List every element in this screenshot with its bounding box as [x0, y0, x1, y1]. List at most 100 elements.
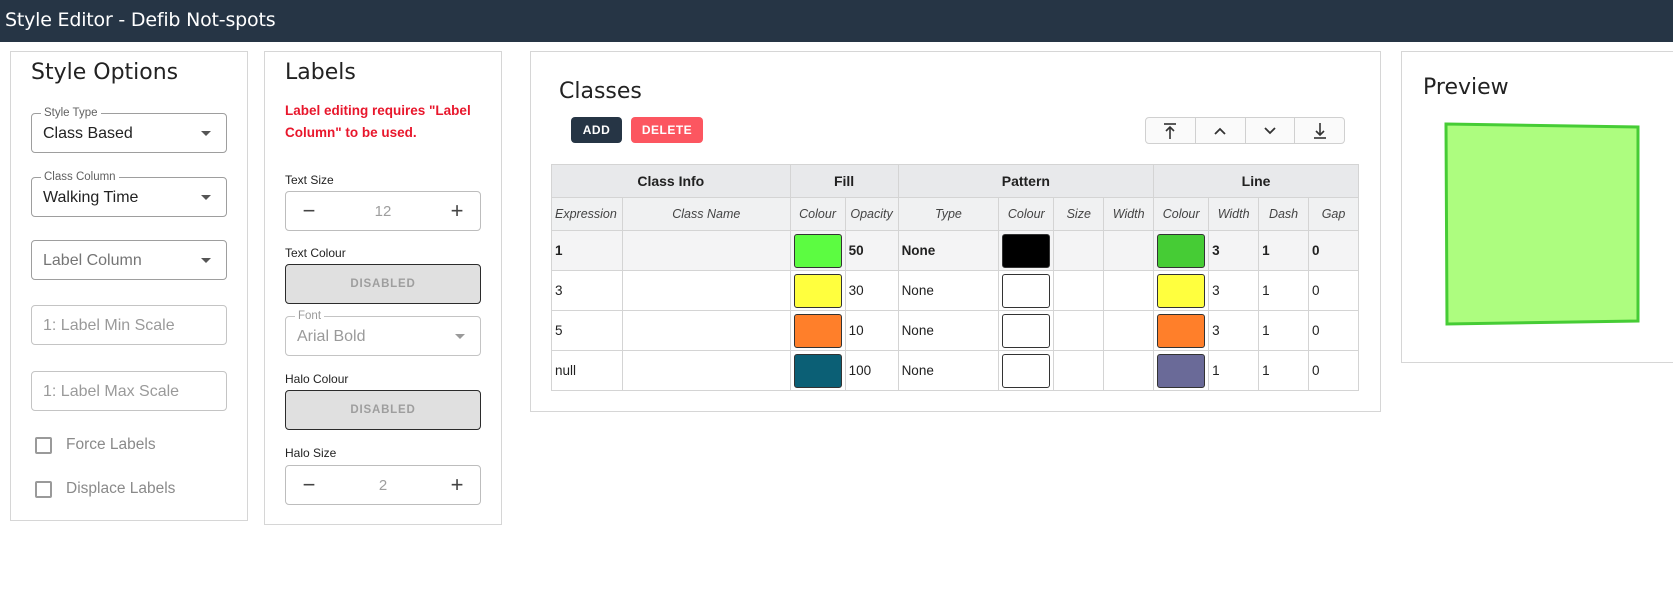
- halo-colour-button[interactable]: DISABLED: [285, 390, 481, 430]
- line-width-cell[interactable]: 3: [1208, 270, 1260, 311]
- labels-panel: Labels Label editing requires "Label Col…: [264, 51, 502, 525]
- label-max-scale-input[interactable]: 1: Label Max Scale: [31, 371, 227, 411]
- pattern-size-cell[interactable]: [1053, 350, 1105, 391]
- style-type-select[interactable]: Style Type Class Based: [31, 106, 227, 153]
- chevron-up-icon: [1214, 127, 1226, 135]
- displace-labels-checkbox[interactable]: Displace Labels: [35, 480, 175, 498]
- pattern-type-cell[interactable]: None: [897, 350, 1000, 391]
- table-row[interactable]: 3 30 None 3 1 0: [551, 270, 1359, 311]
- arrow-to-top-icon: [1164, 122, 1177, 139]
- chevron-down-icon: [1264, 126, 1276, 134]
- classes-panel: Classes ADD DELETE Class Info Fill Patte…: [530, 51, 1381, 412]
- class-name-cell[interactable]: [621, 310, 791, 351]
- pattern-width-column-header: Width: [1103, 197, 1155, 231]
- opacity-cell[interactable]: 100: [844, 350, 899, 391]
- delete-class-button[interactable]: DELETE: [631, 117, 703, 143]
- label-min-scale-input[interactable]: 1: Label Min Scale: [31, 305, 227, 345]
- pattern-colour-swatch[interactable]: [1002, 273, 1051, 308]
- line-width-cell[interactable]: 1: [1208, 350, 1260, 391]
- move-down-button[interactable]: [1246, 118, 1296, 143]
- table-row[interactable]: null 100 None 1 1 0: [551, 350, 1359, 391]
- pattern-type-cell[interactable]: None: [897, 310, 1000, 351]
- line-dash-column-header: Dash: [1258, 197, 1310, 231]
- move-to-bottom-button[interactable]: [1295, 118, 1344, 143]
- pattern-size-cell[interactable]: [1053, 230, 1105, 271]
- add-class-button[interactable]: ADD: [571, 117, 622, 143]
- pattern-type-cell[interactable]: None: [897, 270, 1000, 311]
- line-colour-swatch[interactable]: [1157, 233, 1206, 268]
- pattern-size-cell[interactable]: [1053, 310, 1105, 351]
- move-up-button[interactable]: [1196, 118, 1246, 143]
- chevron-down-icon: [201, 195, 211, 200]
- pattern-header: Pattern: [897, 164, 1155, 198]
- pattern-width-cell[interactable]: [1103, 230, 1155, 271]
- style-type-label: Style Type: [41, 106, 101, 120]
- line-width-cell[interactable]: 3: [1208, 230, 1260, 271]
- table-row[interactable]: 5 10 None 3 1 0: [551, 310, 1359, 351]
- text-colour-button[interactable]: DISABLED: [285, 264, 481, 304]
- pattern-type-column-header: Type: [897, 197, 1000, 231]
- plus-icon[interactable]: +: [444, 198, 470, 224]
- chevron-down-icon: [201, 258, 211, 263]
- opacity-cell[interactable]: 30: [844, 270, 899, 311]
- dash-cell[interactable]: 1: [1258, 230, 1310, 271]
- gap-cell[interactable]: 0: [1308, 270, 1359, 311]
- expression-cell[interactable]: 1: [551, 230, 623, 271]
- pattern-width-cell[interactable]: [1103, 270, 1155, 311]
- fill-colour-swatch[interactable]: [793, 233, 842, 268]
- gap-cell[interactable]: 0: [1308, 310, 1359, 351]
- font-value: Arial Bold: [297, 328, 366, 345]
- pattern-type-cell[interactable]: None: [897, 230, 1000, 271]
- plus-icon[interactable]: +: [444, 472, 470, 498]
- gap-cell[interactable]: 0: [1308, 350, 1359, 391]
- fill-colour-swatch[interactable]: [793, 273, 842, 308]
- gap-cell[interactable]: 0: [1308, 230, 1359, 271]
- halo-size-label: Halo Size: [285, 446, 337, 460]
- line-width-cell[interactable]: 3: [1208, 310, 1260, 351]
- pattern-size-cell[interactable]: [1053, 270, 1105, 311]
- labels-title: Labels: [285, 60, 356, 85]
- opacity-cell[interactable]: 50: [844, 230, 899, 271]
- dash-cell[interactable]: 1: [1258, 270, 1310, 311]
- line-colour-swatch[interactable]: [1157, 313, 1206, 348]
- pattern-width-cell[interactable]: [1103, 350, 1155, 391]
- class-column-select[interactable]: Class Column Walking Time: [31, 170, 227, 217]
- expression-cell[interactable]: 5: [551, 310, 623, 351]
- pattern-colour-swatch[interactable]: [1002, 233, 1051, 268]
- line-header: Line: [1153, 164, 1359, 198]
- fill-colour-swatch[interactable]: [793, 353, 842, 388]
- halo-size-stepper[interactable]: − 2 +: [285, 465, 481, 505]
- dash-cell[interactable]: 1: [1258, 350, 1310, 391]
- expression-cell[interactable]: null: [551, 350, 623, 391]
- expression-cell[interactable]: 3: [551, 270, 623, 311]
- text-size-stepper[interactable]: − 12 +: [285, 191, 481, 231]
- line-colour-column-header: Colour: [1153, 197, 1210, 231]
- pattern-colour-swatch[interactable]: [1002, 353, 1051, 388]
- fill-colour-swatch[interactable]: [793, 313, 842, 348]
- line-colour-swatch[interactable]: [1157, 273, 1206, 308]
- fill-colour-column-header: Colour: [789, 197, 846, 231]
- line-gap-column-header: Gap: [1308, 197, 1359, 231]
- fill-header: Fill: [789, 164, 899, 198]
- class-name-cell[interactable]: [621, 350, 791, 391]
- label-column-select[interactable]: Label Column: [31, 240, 227, 280]
- displace-labels-label: Displace Labels: [66, 480, 176, 497]
- line-colour-swatch[interactable]: [1157, 353, 1206, 388]
- arrow-to-bottom-icon: [1313, 122, 1326, 139]
- move-to-top-button[interactable]: [1146, 118, 1196, 143]
- dash-cell[interactable]: 1: [1258, 310, 1310, 351]
- font-select[interactable]: Font Arial Bold: [285, 309, 481, 356]
- label-column-placeholder: Label Column: [43, 252, 142, 269]
- opacity-cell[interactable]: 10: [844, 310, 899, 351]
- class-column-label: Class Column: [41, 170, 119, 184]
- pattern-width-cell[interactable]: [1103, 310, 1155, 351]
- force-labels-checkbox[interactable]: Force Labels: [35, 436, 156, 454]
- halo-colour-label: Halo Colour: [285, 372, 349, 386]
- style-options-title: Style Options: [31, 60, 179, 85]
- text-size-label: Text Size: [285, 173, 334, 187]
- class-name-cell[interactable]: [621, 230, 791, 271]
- pattern-colour-column-header: Colour: [998, 197, 1055, 231]
- table-row[interactable]: 1 50 None 3 1 0: [551, 230, 1359, 271]
- pattern-colour-swatch[interactable]: [1002, 313, 1051, 348]
- class-name-cell[interactable]: [621, 270, 791, 311]
